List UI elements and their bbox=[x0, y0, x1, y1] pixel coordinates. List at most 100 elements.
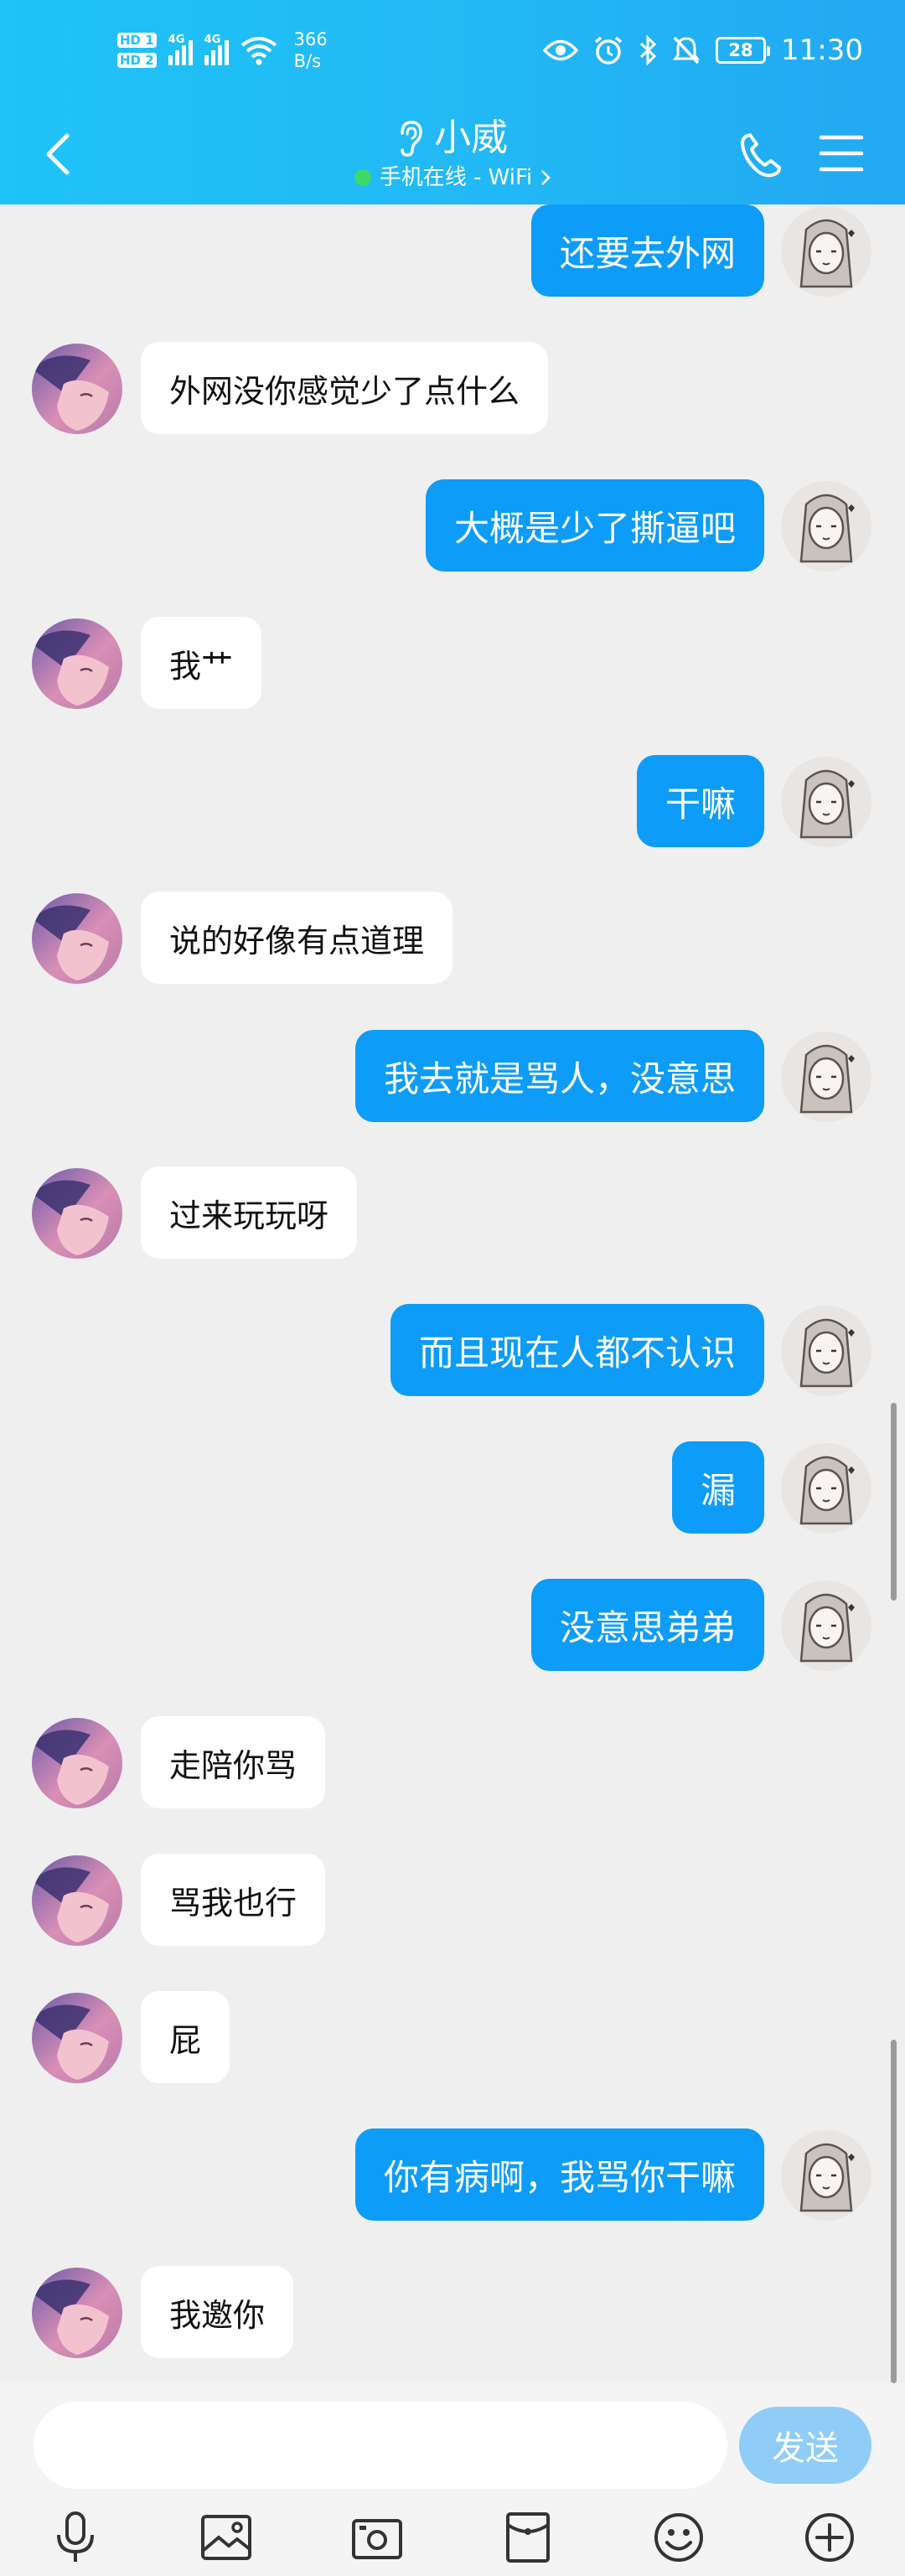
outgoing-message-bubble[interactable]: 大概是少了撕逼吧 bbox=[425, 479, 764, 572]
incoming-message-bubble[interactable]: 我邀你 bbox=[141, 2266, 294, 2358]
camera-button[interactable] bbox=[349, 2509, 406, 2566]
network2-label: 4G bbox=[204, 34, 221, 46]
signal-icon-2: 4G bbox=[204, 34, 229, 65]
message-row: 我邀你 bbox=[0, 2261, 905, 2365]
contact-avatar[interactable] bbox=[32, 1993, 122, 2083]
wifi-icon bbox=[240, 37, 277, 65]
my-avatar[interactable] bbox=[781, 481, 871, 572]
message-row: 大概是少了撕逼吧 bbox=[0, 474, 905, 578]
avatar-image bbox=[781, 1443, 871, 1534]
avatar-image bbox=[32, 1993, 122, 2083]
avatar-image bbox=[781, 206, 871, 297]
message-row: 没意思弟弟 bbox=[0, 1574, 905, 1678]
emoji-button[interactable] bbox=[650, 2509, 707, 2566]
outgoing-message-bubble[interactable]: 还要去外网 bbox=[530, 204, 764, 297]
avatar-image bbox=[781, 1032, 871, 1122]
more-button[interactable] bbox=[801, 2509, 858, 2566]
camera-icon bbox=[352, 2519, 402, 2559]
contact-avatar[interactable] bbox=[32, 1855, 122, 1946]
incoming-message-bubble[interactable]: 走陪你骂 bbox=[141, 1716, 326, 1808]
emoji-icon bbox=[654, 2513, 703, 2562]
send-button[interactable]: 发送 bbox=[739, 2407, 871, 2484]
avatar-image bbox=[32, 1168, 122, 1259]
battery-icon: 28 bbox=[716, 37, 771, 64]
bluetooth-icon bbox=[639, 35, 657, 65]
online-status: 手机在线 - WiFi bbox=[379, 165, 533, 190]
avatar-image bbox=[781, 2130, 871, 2221]
online-dot-icon bbox=[354, 169, 371, 186]
contact-name: 小威 bbox=[434, 116, 508, 159]
network1-label: 4G bbox=[168, 34, 185, 46]
avatar-image bbox=[781, 1580, 871, 1671]
outgoing-message-bubble[interactable]: 没意思弟弟 bbox=[530, 1579, 764, 1671]
contact-avatar[interactable] bbox=[32, 1718, 122, 1808]
my-avatar[interactable] bbox=[781, 1032, 871, 1122]
image-icon bbox=[201, 2515, 251, 2560]
red-packet-button[interactable] bbox=[499, 2509, 556, 2566]
message-row: 漏 bbox=[0, 1436, 905, 1540]
outgoing-message-bubble[interactable]: 我去就是骂人，没意思 bbox=[354, 1030, 764, 1122]
message-row: 而且现在人都不认识 bbox=[0, 1299, 905, 1403]
signal-icon: 4G bbox=[168, 34, 193, 65]
contact-avatar[interactable] bbox=[32, 2268, 122, 2358]
avatar-image bbox=[32, 2268, 122, 2358]
avatar-image bbox=[781, 757, 871, 847]
chat-settings-button[interactable] bbox=[818, 126, 865, 181]
message-row: 我艹 bbox=[0, 612, 905, 716]
message-row: 干嘛 bbox=[0, 750, 905, 854]
avatar-image bbox=[32, 344, 122, 434]
message-row: 骂我也行 bbox=[0, 1849, 905, 1953]
my-avatar[interactable] bbox=[781, 1443, 871, 1534]
message-row: 你有病啊，我骂你干嘛 bbox=[0, 2123, 905, 2227]
incoming-message-bubble[interactable]: 说的好像有点道理 bbox=[141, 892, 453, 984]
avatar-image bbox=[32, 1718, 122, 1808]
message-input[interactable] bbox=[34, 2402, 727, 2489]
incoming-message-bubble[interactable]: 过来玩玩呀 bbox=[141, 1166, 358, 1259]
incoming-message-bubble[interactable]: 外网没你感觉少了点什么 bbox=[141, 342, 549, 434]
speed-value: 366 bbox=[293, 29, 328, 49]
my-avatar[interactable] bbox=[781, 206, 871, 297]
incoming-message-bubble[interactable]: 骂我也行 bbox=[141, 1854, 326, 1946]
ear-icon bbox=[401, 121, 422, 157]
battery-level: 28 bbox=[728, 40, 753, 60]
contact-avatar[interactable] bbox=[32, 1168, 122, 1259]
message-row: 屁 bbox=[0, 1986, 905, 2090]
message-row: 过来玩玩呀 bbox=[0, 1161, 905, 1265]
sim-indicators: HD 1 HD 2 bbox=[117, 33, 157, 68]
message-list[interactable]: 还要去外网外网没你感觉少了点什么大概是少了撕逼吧我艹干嘛说的好像有点道理我去就是… bbox=[0, 204, 905, 2383]
my-avatar[interactable] bbox=[781, 2130, 871, 2221]
voice-button[interactable] bbox=[47, 2509, 104, 2566]
contact-avatar[interactable] bbox=[32, 618, 122, 709]
outgoing-message-bubble[interactable]: 漏 bbox=[671, 1441, 764, 1534]
message-row: 外网没你感觉少了点什么 bbox=[0, 337, 905, 441]
my-avatar[interactable] bbox=[781, 1580, 871, 1671]
chevron-right-icon bbox=[541, 170, 551, 185]
incoming-message-bubble[interactable]: 屁 bbox=[141, 1991, 230, 2083]
plus-icon bbox=[805, 2513, 854, 2562]
menu-icon bbox=[819, 135, 864, 172]
photo-button[interactable] bbox=[198, 2509, 255, 2566]
phone-icon bbox=[741, 133, 781, 178]
message-row: 走陪你骂 bbox=[0, 1711, 905, 1815]
outgoing-message-bubble[interactable]: 你有病啊，我骂你干嘛 bbox=[354, 2129, 764, 2221]
outgoing-message-bubble[interactable]: 而且现在人都不认识 bbox=[390, 1304, 764, 1396]
message-row: 我去就是骂人，没意思 bbox=[0, 1025, 905, 1129]
voice-call-button[interactable] bbox=[737, 126, 784, 181]
microphone-icon bbox=[57, 2511, 94, 2562]
header: HD 1 HD 2 4G 4G 366 B/s 28 11:30 小威 手机在线… bbox=[0, 0, 905, 204]
avatar-image bbox=[781, 481, 871, 572]
avatar-image bbox=[781, 1306, 871, 1396]
avatar-image bbox=[32, 1855, 122, 1946]
message-row: 说的好像有点道理 bbox=[0, 887, 905, 991]
status-right: 28 11:30 bbox=[543, 34, 863, 67]
status-left: HD 1 HD 2 4G 4G 366 B/s bbox=[117, 28, 328, 72]
mute-icon bbox=[673, 36, 701, 65]
speed-unit: B/s bbox=[293, 51, 322, 71]
contact-avatar[interactable] bbox=[32, 344, 122, 434]
contact-avatar[interactable] bbox=[32, 893, 122, 984]
my-avatar[interactable] bbox=[781, 757, 871, 847]
red-packet-icon bbox=[506, 2512, 550, 2563]
outgoing-message-bubble[interactable]: 干嘛 bbox=[636, 755, 764, 847]
incoming-message-bubble[interactable]: 我艹 bbox=[141, 617, 262, 709]
my-avatar[interactable] bbox=[781, 1306, 871, 1396]
